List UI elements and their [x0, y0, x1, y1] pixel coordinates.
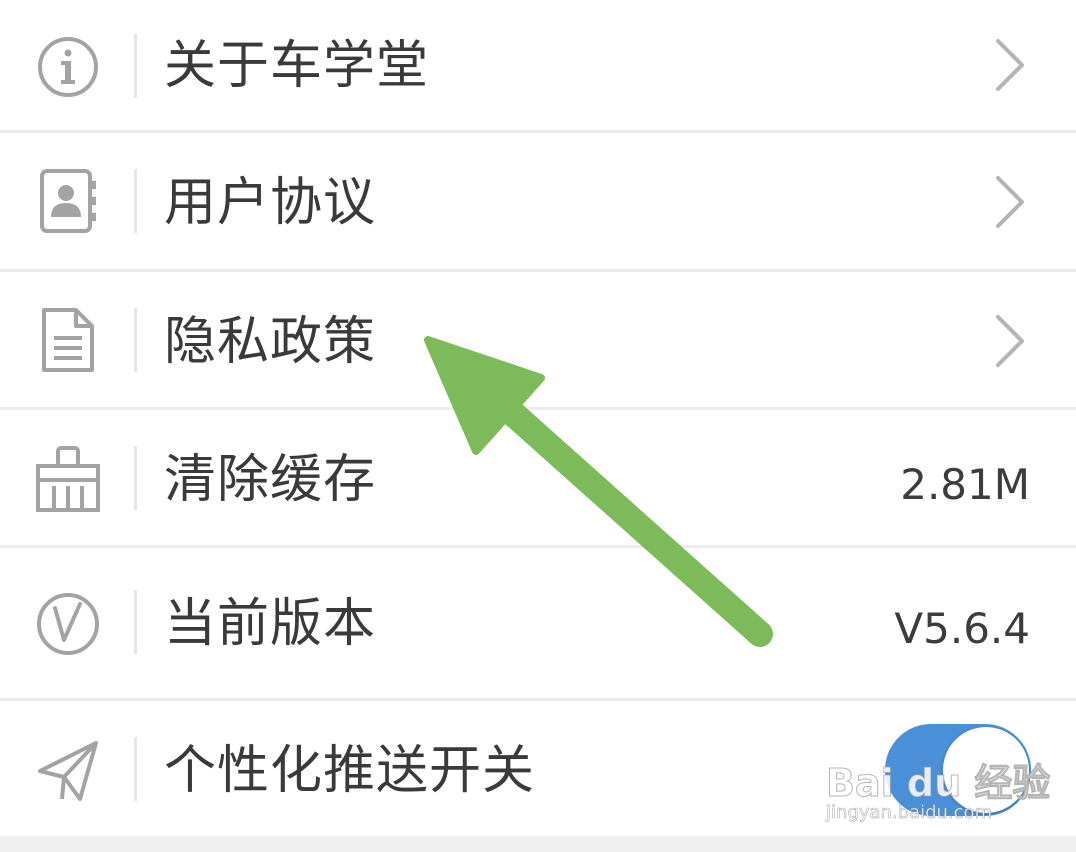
- settings-item-user-agreement[interactable]: 用户协议: [0, 133, 1076, 269]
- chevron-right-icon: [996, 176, 1024, 228]
- paper-plane-icon: [38, 741, 98, 801]
- row-divider: [134, 308, 137, 372]
- push-notification-toggle[interactable]: [885, 724, 1031, 816]
- toggle-knob[interactable]: [943, 727, 1029, 813]
- settings-item-label: 当前版本: [164, 594, 377, 654]
- settings-item-label: 清除缓存: [164, 450, 377, 510]
- document-icon: [42, 308, 94, 372]
- row-divider: [134, 34, 137, 98]
- row-divider: [134, 737, 137, 801]
- settings-screen: 关于车学堂 用户协议 隐私政策 清除缓存 2.81M 当前版本 V5.6.4 个…: [0, 0, 1076, 852]
- chevron-right-icon: [996, 315, 1024, 367]
- settings-item-label: 隐私政策: [164, 312, 377, 372]
- contact-book-icon: [40, 169, 96, 233]
- version-value: V5.6.4: [894, 604, 1030, 653]
- settings-item-label: 用户协议: [164, 173, 377, 233]
- row-divider: [134, 446, 137, 510]
- row-divider: [134, 169, 137, 233]
- chevron-right-icon: [996, 39, 1024, 91]
- settings-item-about[interactable]: 关于车学堂: [0, 0, 1076, 130]
- version-icon: [37, 593, 99, 655]
- bottom-spacer: [0, 836, 1076, 852]
- settings-item-privacy-policy[interactable]: 隐私政策: [0, 272, 1076, 407]
- info-icon: [38, 37, 98, 97]
- settings-item-version[interactable]: 当前版本 V5.6.4: [0, 548, 1076, 698]
- settings-item-clear-cache[interactable]: 清除缓存 2.81M: [0, 410, 1076, 545]
- broom-icon: [36, 446, 100, 512]
- cache-size-value: 2.81M: [900, 460, 1030, 509]
- settings-item-label: 个性化推送开关: [164, 741, 536, 801]
- row-divider: [134, 590, 137, 654]
- settings-item-label: 关于车学堂: [164, 36, 430, 96]
